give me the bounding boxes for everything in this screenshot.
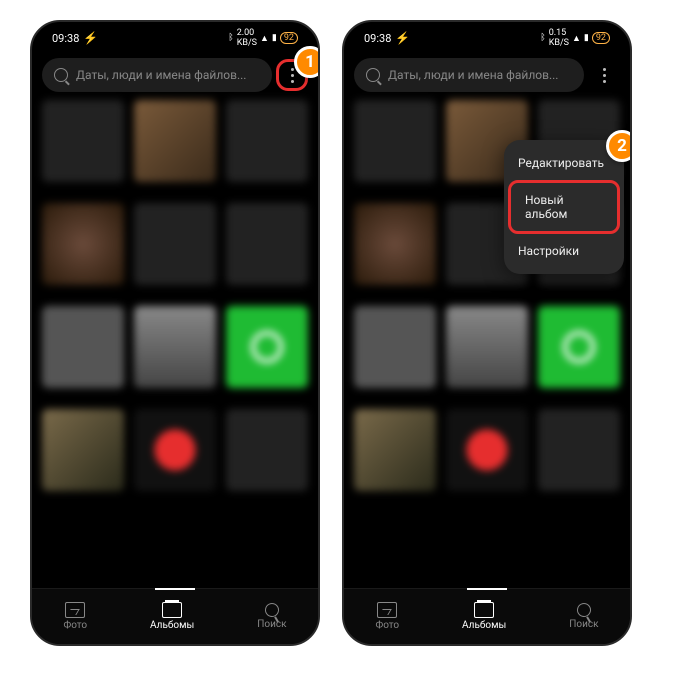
tab-photos[interactable]: Фото <box>63 602 87 631</box>
bottom-tabbar: Фото Альбомы Поиск <box>344 588 630 644</box>
bluetooth-icon: ᛒ <box>228 33 233 43</box>
bolt-icon: ⚡ <box>83 31 98 45</box>
tab-albums[interactable]: Альбомы <box>150 602 194 631</box>
search-icon <box>54 68 68 82</box>
tab-label: Поиск <box>569 619 598 630</box>
net-speed: 2.00KB/S <box>237 28 257 48</box>
tab-photos[interactable]: Фото <box>375 602 399 631</box>
status-time: 09:38 <box>364 32 391 45</box>
net-speed: 0.15KB/S <box>549 28 569 48</box>
dropdown-menu: Редактировать Новый альбом Настройки <box>504 140 624 274</box>
phone-screenshot-1: 09:38 ⚡ ᛒ 2.00KB/S ▲ ▮ 92 Даты, люди и и… <box>30 20 320 646</box>
menu-item-new-album[interactable]: Новый альбом <box>508 180 620 234</box>
signal-icon: ▮ <box>272 33 277 43</box>
annotation-step-1: 1 <box>294 46 320 78</box>
bottom-tabbar: Фото Альбомы Поиск <box>32 588 318 644</box>
tab-label: Альбомы <box>462 620 506 631</box>
battery-badge: 92 <box>592 32 610 44</box>
tab-search[interactable]: Поиск <box>569 603 598 630</box>
phone-screenshot-2: 09:38 ⚡ ᛒ 0.15KB/S ▲ ▮ 92 Даты, люди и и… <box>342 20 632 646</box>
statusbar: 09:38 ⚡ ᛒ 2.00KB/S ▲ ▮ 92 <box>32 22 318 54</box>
compass-icon <box>263 601 280 618</box>
compass-icon <box>575 601 592 618</box>
wifi-icon: ▲ <box>572 33 581 44</box>
tab-albums[interactable]: Альбомы <box>462 602 506 631</box>
photo-icon <box>65 602 85 618</box>
battery-badge: 92 <box>280 32 298 44</box>
albums-content <box>32 100 318 588</box>
search-placeholder: Даты, люди и имена файлов... <box>76 68 246 82</box>
menu-item-settings[interactable]: Настройки <box>504 234 624 268</box>
search-input[interactable]: Даты, люди и имена файлов... <box>42 58 272 92</box>
photo-icon <box>377 602 397 618</box>
search-icon <box>366 68 380 82</box>
tab-search[interactable]: Поиск <box>257 603 286 630</box>
signal-icon: ▮ <box>584 33 589 43</box>
tab-label: Фото <box>63 620 87 631</box>
albums-icon <box>474 602 494 618</box>
more-options-button[interactable] <box>588 59 620 91</box>
tab-label: Поиск <box>257 619 286 630</box>
search-input[interactable]: Даты, люди и имена файлов... <box>354 58 584 92</box>
statusbar: 09:38 ⚡ ᛒ 0.15KB/S ▲ ▮ 92 <box>344 22 630 54</box>
tab-label: Альбомы <box>150 620 194 631</box>
wifi-icon: ▲ <box>260 33 269 44</box>
bluetooth-icon: ᛒ <box>540 33 545 43</box>
status-time: 09:38 <box>52 32 79 45</box>
annotation-step-2: 2 <box>606 130 632 162</box>
bolt-icon: ⚡ <box>395 31 410 45</box>
tab-label: Фото <box>375 620 399 631</box>
albums-icon <box>162 602 182 618</box>
search-placeholder: Даты, люди и имена файлов... <box>388 68 558 82</box>
